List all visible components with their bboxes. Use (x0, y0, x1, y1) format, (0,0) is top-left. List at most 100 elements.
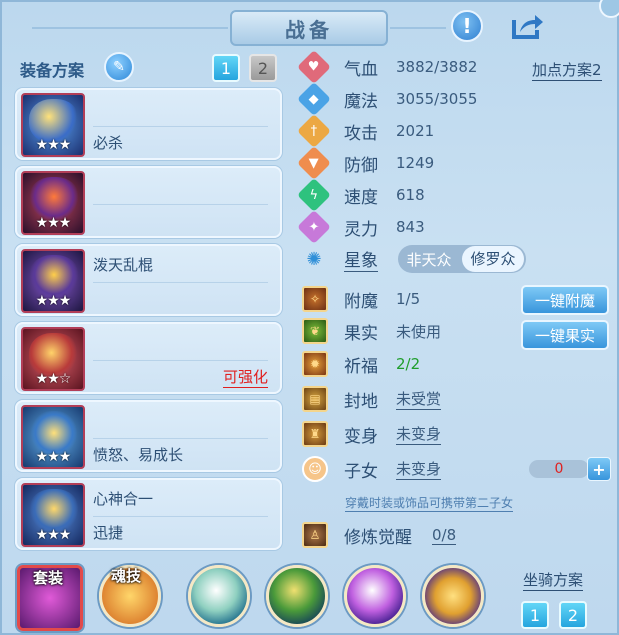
stat-row-speed: ϟ 速度 618 (297, 178, 425, 212)
stat-value: 3882/3882 (396, 58, 478, 76)
stat-value: 1249 (396, 154, 435, 172)
equipment-slot-armor[interactable]: ★★★ 泼天乱棍 (15, 244, 282, 316)
stat-row-hp: ♥ 气血 3882/3882 (297, 50, 478, 84)
star-option-2[interactable]: 修罗众 (462, 246, 524, 272)
star-rating: ★★☆ (35, 371, 72, 387)
stat-row-defense: ▼ 防御 1249 (297, 146, 435, 180)
equip-effect-bottom: 愤怒、易成长 (93, 446, 184, 464)
stat-label: 灵力 (344, 219, 378, 240)
shield-icon: ▼ (297, 146, 331, 180)
stat-row-cultivate: ♙ 修炼觉醒 0/8 (302, 521, 457, 549)
equipment-slot-boots[interactable]: ★★★ 心神合一 迅捷 (15, 478, 282, 550)
title-decoration-left (32, 27, 228, 29)
stat-label: 攻击 (344, 123, 378, 144)
stat-value[interactable]: 未变身 (396, 458, 442, 480)
slot-divider (93, 438, 268, 439)
bless-icon: ✹ (302, 351, 328, 377)
info-icon[interactable]: ! (451, 10, 483, 42)
mount-plan-title[interactable]: 坐骑方案 (523, 569, 584, 591)
stat-label: 祈福 (344, 356, 378, 377)
star-rating: ★★★ (35, 449, 72, 465)
star-sign-label[interactable]: 星象 (344, 246, 378, 272)
stat-label: 子女 (344, 461, 378, 482)
stat-label: 果实 (344, 323, 378, 344)
share-icon[interactable] (510, 11, 546, 41)
heart-icon: ♥ (297, 50, 331, 84)
stat-value[interactable]: 未受赏 (396, 388, 442, 410)
stat-row-child: ☺ 子女 未变身 (302, 455, 442, 483)
plus-icon[interactable]: + (587, 457, 611, 481)
slot-divider (93, 282, 268, 283)
fief-icon: ▤ (302, 386, 328, 412)
mount-skill-slot-3[interactable] (344, 565, 406, 627)
spirit-icon: ✦ (297, 210, 331, 244)
star-sign-icon: ✺ (306, 248, 322, 270)
can-enhance-link[interactable]: 可强化 (222, 366, 268, 388)
equip-effect-bottom: 迅捷 (93, 524, 124, 542)
boots-icon[interactable]: ★★★ (21, 483, 85, 547)
stat-label: 附魔 (344, 291, 378, 312)
belt-icon[interactable]: ★★★ (21, 405, 85, 469)
one-click-fruit-button[interactable]: 一键果实 (521, 320, 609, 350)
battle-prep-panel: 战备 ! 装备方案 ✎ 1 2 ★★★ 必杀 ★★★ ★★★ 泼天乱棍 ★★☆ … (0, 0, 619, 635)
stat-value: 2021 (396, 122, 435, 140)
mount-skill-slot-4[interactable] (422, 565, 484, 627)
star-rating: ★★★ (35, 137, 72, 153)
stat-row-star-sign: ✺ 星象 (302, 245, 378, 273)
equipment-slot-necklace[interactable]: ★★☆ 可强化 (15, 322, 282, 394)
equipment-list: ★★★ 必杀 ★★★ ★★★ 泼天乱棍 ★★☆ 可强化 ★★★ 愤怒、易成长 ★… (15, 88, 282, 556)
slot-divider (93, 360, 268, 361)
set-label: 套装 (33, 569, 64, 587)
equip-plan-tab-1[interactable]: 1 (212, 54, 240, 82)
stat-row-spirit: ✦ 灵力 843 (297, 210, 425, 244)
stat-label: 修炼觉醒 (344, 527, 412, 548)
stat-row-transform: ♜ 变身 未变身 (302, 420, 442, 448)
stat-label: 防御 (344, 155, 378, 176)
stat-value: 3055/3055 (396, 90, 478, 108)
mount-skill-slot-1[interactable] (188, 565, 250, 627)
equipment-slot-helmet[interactable]: ★★★ (15, 166, 282, 238)
cultivate-icon: ♙ (302, 522, 328, 548)
mount-plan-tab-2[interactable]: 2 (559, 601, 587, 629)
stat-row-fruit: ❦ 果实 未使用 (302, 317, 441, 345)
mana-icon: ◆ (297, 82, 331, 116)
mount-plan-tab-1[interactable]: 1 (521, 601, 549, 629)
star-option-1[interactable]: 非天众 (398, 249, 460, 270)
equipment-slot-weapon[interactable]: ★★★ 必杀 (15, 88, 282, 160)
equipment-slot-belt[interactable]: ★★★ 愤怒、易成长 (15, 400, 282, 472)
star-rating: ★★★ (35, 527, 72, 543)
title-decoration-right (390, 27, 446, 29)
equip-plan-tab-2[interactable]: 2 (249, 54, 277, 82)
second-child-hint[interactable]: 穿戴时装或饰品可携带第二子女 (345, 494, 514, 512)
speed-icon: ϟ (297, 178, 331, 212)
helmet-icon[interactable]: ★★★ (21, 171, 85, 235)
stat-label: 速度 (344, 187, 378, 208)
one-click-enchant-button[interactable]: 一键附魔 (521, 285, 609, 315)
stat-value[interactable]: 未变身 (396, 423, 442, 445)
add-point-plan-link[interactable]: 加点方案2 (532, 59, 602, 81)
equip-effect-top: 泼天乱棍 (93, 256, 154, 274)
mount-skill-slot-2[interactable] (266, 565, 328, 627)
sword-icon: † (297, 114, 331, 148)
child-icon: ☺ (302, 456, 328, 482)
stat-value[interactable]: 0/8 (432, 526, 457, 545)
armor-icon[interactable]: ★★★ (21, 249, 85, 313)
equip-plan-title: 装备方案 (20, 61, 85, 80)
transform-icon: ♜ (302, 421, 328, 447)
edit-pencil-icon[interactable]: ✎ (104, 52, 134, 82)
necklace-icon[interactable]: ★★☆ (21, 327, 85, 391)
weapon-icon[interactable]: ★★★ (21, 93, 85, 157)
slot-divider (93, 204, 268, 205)
page-title: 战备 (230, 10, 388, 46)
stat-row-enchant: ✧ 附魔 1/5 (302, 285, 420, 313)
soul-skill-label: 魂技 (111, 567, 142, 585)
corner-ornament (599, 0, 619, 18)
star-rating: ★★★ (35, 215, 72, 231)
stat-value: 843 (396, 218, 425, 236)
stat-label: 魔法 (344, 91, 378, 112)
stat-label: 气血 (344, 59, 378, 80)
star-sign-toggle[interactable]: 非天众 修罗众 (398, 245, 526, 273)
child-count: 0 (529, 460, 589, 478)
fruit-icon: ❦ (302, 318, 328, 344)
star-rating: ★★★ (35, 293, 72, 309)
